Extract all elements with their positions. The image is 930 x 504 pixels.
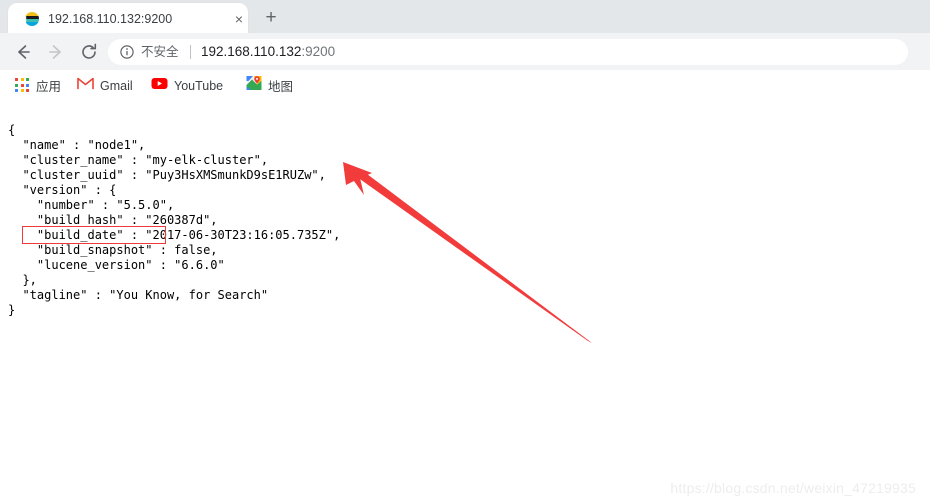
reload-icon[interactable] [78, 41, 100, 63]
bookmark-gmail[interactable]: Gmail [74, 74, 136, 97]
close-icon[interactable]: × [230, 10, 248, 28]
tab-title: 192.168.110.132:9200 [48, 12, 173, 26]
bookmarks-bar: 应用 Gmail YouTube 地图 [0, 70, 930, 102]
browser-tab[interactable]: 192.168.110.132:9200 × [8, 3, 248, 33]
youtube-icon [151, 77, 168, 95]
new-tab-button[interactable]: + [259, 6, 283, 30]
address-bar[interactable]: 不安全 192.168.110.132:9200 [108, 39, 908, 65]
json-response-body: { "name" : "node1", "cluster_name" : "my… [8, 123, 341, 317]
bookmark-youtube[interactable]: YouTube [148, 74, 226, 97]
info-circle-icon[interactable] [119, 44, 135, 60]
bookmark-label: 地图 [268, 80, 294, 94]
url-port: :9200 [301, 44, 336, 59]
arrow-left-icon[interactable] [12, 41, 34, 63]
bookmark-label: 应用 [36, 80, 62, 94]
elasticsearch-favicon [24, 11, 40, 27]
bookmark-label: YouTube [174, 78, 224, 93]
apps-grid-icon [15, 78, 30, 93]
browser-window: 192.168.110.132:9200 × + 不安全 192.168.110… [0, 0, 930, 504]
bookmark-maps[interactable]: 地图 [243, 74, 296, 97]
watermark-text: https://blog.csdn.net/weixin_47219935 [670, 480, 916, 496]
bookmark-label: Gmail [100, 78, 133, 93]
gmail-icon [77, 77, 94, 95]
page-viewport: { "name" : "node1", "cluster_name" : "my… [0, 101, 930, 504]
omnibox-divider [190, 45, 191, 59]
browser-toolbar: 不安全 192.168.110.132:9200 [0, 33, 930, 70]
bookmark-apps[interactable]: 应用 [12, 74, 64, 97]
tab-strip: 192.168.110.132:9200 × + [0, 0, 930, 33]
url-host: 192.168.110.132 [201, 44, 302, 59]
red-annotation-arrow [330, 151, 610, 361]
security-status-label: 不安全 [141, 45, 179, 59]
url-text[interactable]: 192.168.110.132:9200 [201, 42, 335, 62]
arrow-right-icon [45, 41, 67, 63]
google-maps-icon [246, 75, 262, 96]
